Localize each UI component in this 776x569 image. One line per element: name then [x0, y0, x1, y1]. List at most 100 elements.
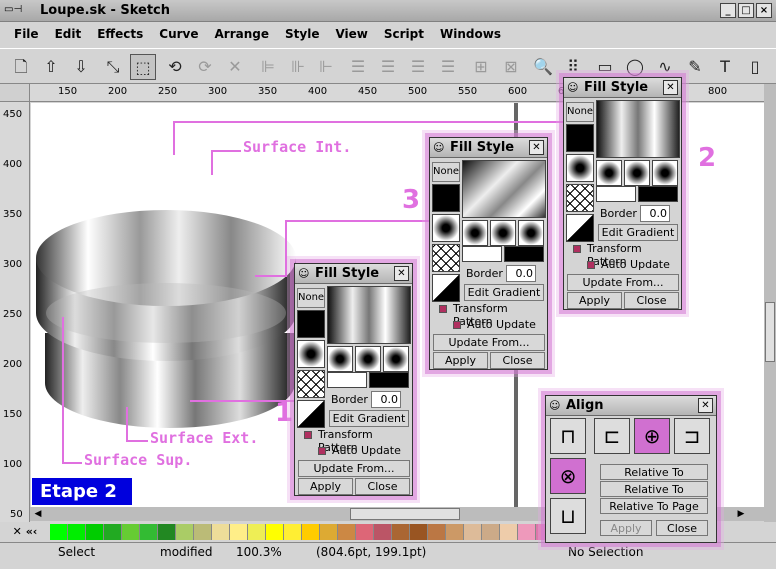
border-value-input[interactable]: 0.0 [640, 205, 670, 222]
fill-texture-tile[interactable] [566, 214, 594, 242]
align-left-icon[interactable]: ⊫ [255, 54, 281, 80]
redo-icon[interactable]: ⟳ [192, 54, 218, 80]
ungroup-icon[interactable]: ⊠ [498, 54, 524, 80]
palette-swatch[interactable] [230, 524, 248, 540]
palette-swatch[interactable] [302, 524, 320, 540]
gradient-conical-tile[interactable] [518, 220, 544, 246]
text-justify-icon[interactable]: ☰ [435, 54, 461, 80]
text-align-right-icon[interactable]: ☰ [405, 54, 431, 80]
scroll-right-icon[interactable]: ▶ [735, 508, 747, 520]
palette-swatch[interactable] [500, 524, 518, 540]
close-window-button[interactable]: × [756, 3, 772, 18]
palette-swatch[interactable] [68, 524, 86, 540]
align-bottom-icon[interactable]: ⊔ [550, 498, 586, 534]
palette-swatch[interactable] [410, 524, 428, 540]
palette-swatch[interactable] [482, 524, 500, 540]
palette-swatch[interactable] [158, 524, 176, 540]
align-hcenter-icon[interactable]: ⊕ [634, 418, 670, 454]
fill-none-button[interactable]: None [566, 102, 594, 122]
menu-effects[interactable]: Effects [97, 27, 143, 41]
align-close-button[interactable]: Close [656, 520, 708, 536]
menu-curve[interactable]: Curve [159, 27, 198, 41]
align-right-icon[interactable]: ⊩ [313, 54, 339, 80]
relative-to-page-button[interactable]: Relative To Page [600, 498, 708, 514]
fill-texture-tile[interactable] [297, 400, 325, 428]
update-from-button[interactable]: Update From... [433, 334, 545, 351]
fill-none-button[interactable]: None [297, 288, 325, 308]
fill-solid-tile[interactable] [566, 124, 594, 152]
palette-swatch[interactable] [176, 524, 194, 540]
palette-swatch[interactable] [464, 524, 482, 540]
palette-swatch[interactable] [374, 524, 392, 540]
auto-update-checkbox[interactable] [587, 261, 595, 269]
gradient-start-color[interactable] [596, 186, 636, 202]
vertical-ruler[interactable]: 450 400 350 300 250 200 150 100 50 [0, 102, 30, 522]
apply-button[interactable]: Apply [567, 292, 622, 309]
dialog-close-icon[interactable]: ✕ [394, 266, 409, 281]
edit-mode-icon[interactable]: ⤡ [100, 54, 126, 80]
border-value-input[interactable]: 0.0 [506, 265, 536, 282]
vertical-scroll-thumb[interactable] [765, 302, 775, 362]
align-apply-button[interactable]: Apply [600, 520, 652, 536]
fill-solid-tile[interactable] [432, 184, 460, 212]
palette-swatch[interactable] [392, 524, 410, 540]
palette-swatch[interactable] [86, 524, 104, 540]
palette-swatch[interactable] [320, 524, 338, 540]
gradient-linear-tile[interactable] [462, 220, 488, 246]
palette-swatch[interactable] [266, 524, 284, 540]
app-icon[interactable]: ▭⊣ [4, 4, 22, 15]
edit-gradient-button[interactable]: Edit Gradient [329, 410, 409, 427]
dialog-close-icon[interactable]: ✕ [529, 140, 544, 155]
update-from-button[interactable]: Update From... [298, 460, 410, 477]
align-top-icon[interactable]: ⊓ [550, 418, 586, 454]
relative-to-selection-button[interactable]: Relative To Selection [600, 464, 708, 494]
text-tool-icon[interactable]: T [712, 54, 738, 80]
close-button[interactable]: Close [624, 292, 679, 309]
apply-button[interactable]: Apply [433, 352, 488, 369]
gradient-conical-tile[interactable] [383, 346, 409, 372]
palette-swatch[interactable] [140, 524, 158, 540]
palette-swatch[interactable] [122, 524, 140, 540]
palette-swatch[interactable] [248, 524, 266, 540]
fill-none-button[interactable]: None [432, 162, 460, 182]
align-left-icon[interactable]: ⊏ [594, 418, 630, 454]
gradient-conical-tile[interactable] [652, 160, 678, 186]
edit-gradient-button[interactable]: Edit Gradient [464, 284, 544, 301]
palette-nav-left[interactable]: ✕ «‹ [0, 524, 50, 540]
menu-edit[interactable]: Edit [55, 27, 82, 41]
auto-update-checkbox[interactable] [318, 447, 326, 455]
fill-hatch-tile[interactable] [297, 370, 325, 398]
gradient-linear-tile[interactable] [596, 160, 622, 186]
horizontal-scroll-thumb[interactable] [350, 508, 460, 520]
fill-pattern-tile[interactable] [566, 154, 594, 182]
auto-update-checkbox[interactable] [453, 321, 461, 329]
menu-arrange[interactable]: Arrange [215, 27, 270, 41]
palette-swatch[interactable] [104, 524, 122, 540]
gradient-start-color[interactable] [327, 372, 367, 388]
palette-swatch[interactable] [50, 524, 68, 540]
menu-script[interactable]: Script [384, 27, 424, 41]
palette-swatch[interactable] [338, 524, 356, 540]
gradient-end-color[interactable] [504, 246, 544, 262]
fill-solid-tile[interactable] [297, 310, 325, 338]
fill-hatch-tile[interactable] [432, 244, 460, 272]
gradient-end-color[interactable] [369, 372, 409, 388]
gradient-start-color[interactable] [462, 246, 502, 262]
gradient-radial-tile[interactable] [624, 160, 650, 186]
dialog-close-icon[interactable]: ✕ [663, 80, 678, 95]
palette-swatch[interactable] [356, 524, 374, 540]
align-center-icon[interactable]: ⊪ [285, 54, 311, 80]
palette-swatch[interactable] [194, 524, 212, 540]
menu-file[interactable]: File [14, 27, 39, 41]
pen-tool-icon[interactable]: ✎ [682, 54, 708, 80]
image-tool-icon[interactable]: ▯ [742, 54, 768, 80]
fill-pattern-tile[interactable] [432, 214, 460, 242]
save-file-icon[interactable]: ⇩ [68, 54, 94, 80]
menu-windows[interactable]: Windows [440, 27, 501, 41]
gradient-end-color[interactable] [638, 186, 678, 202]
maximize-button[interactable]: □ [738, 3, 754, 18]
zoom-icon[interactable]: 🔍 [530, 54, 556, 80]
open-file-icon[interactable]: ⇧ [38, 54, 64, 80]
fill-hatch-tile[interactable] [566, 184, 594, 212]
apply-button[interactable]: Apply [298, 478, 353, 495]
